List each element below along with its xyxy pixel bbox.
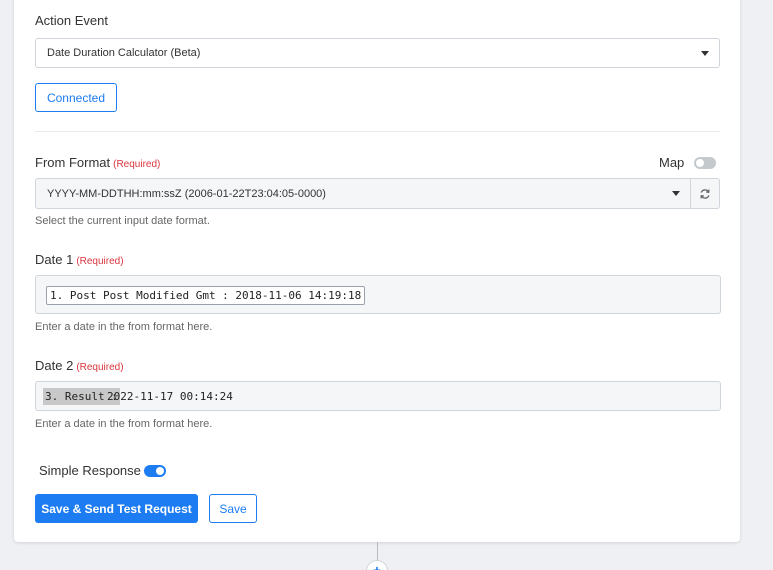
- save-button[interactable]: Save: [209, 494, 257, 523]
- map-label: Map: [659, 155, 685, 170]
- map-toggle-knob: [696, 159, 704, 167]
- refresh-icon: [700, 188, 710, 199]
- add-step-button[interactable]: +: [366, 560, 388, 570]
- date1-label: Date 1: [35, 252, 74, 267]
- simple-response-label: Simple Response: [39, 463, 141, 478]
- date2-label-row: Date 2 (Required): [35, 358, 124, 373]
- action-event-label: Action Event: [35, 13, 108, 28]
- date2-input[interactable]: 3. Result : 2022-11-17 00:14:24: [35, 381, 721, 411]
- refresh-button[interactable]: [691, 178, 720, 209]
- date1-helper: Enter a date in the from format here.: [35, 321, 213, 333]
- date2-required: (Required): [76, 362, 124, 373]
- date2-token-value: 2022-11-17 00:14:24: [107, 390, 233, 403]
- from-format-helper: Select the current input date format.: [35, 215, 210, 227]
- action-card: Action Event Date Duration Calculator (B…: [14, 0, 740, 542]
- from-format-label: From Format: [35, 155, 111, 170]
- connected-button[interactable]: Connected: [35, 83, 117, 112]
- from-format-label-row: From Format (Required): [35, 155, 160, 170]
- date2-label: Date 2: [35, 358, 74, 373]
- action-event-select[interactable]: Date Duration Calculator (Beta): [35, 38, 720, 68]
- date1-label-row: Date 1 (Required): [35, 252, 124, 267]
- plus-icon: +: [372, 562, 382, 570]
- map-toggle[interactable]: [694, 157, 716, 169]
- chevron-down-icon: [701, 51, 709, 56]
- from-format-select[interactable]: YYYY-MM-DDTHH:mm:ssZ (2006-01-22T23:04:0…: [35, 178, 691, 209]
- date2-helper: Enter a date in the from format here.: [35, 418, 213, 430]
- section-divider: [35, 131, 720, 132]
- chevron-down-icon: [672, 191, 680, 196]
- from-format-value: YYYY-MM-DDTHH:mm:ssZ (2006-01-22T23:04:0…: [47, 187, 326, 200]
- action-event-value: Date Duration Calculator (Beta): [47, 47, 201, 59]
- simple-response-toggle[interactable]: [144, 465, 166, 477]
- date1-token[interactable]: 1. Post Post Modified Gmt : 2018-11-06 1…: [46, 286, 366, 305]
- date1-input[interactable]: 1. Post Post Modified Gmt : 2018-11-06 1…: [35, 275, 721, 314]
- date1-required: (Required): [76, 256, 124, 267]
- simple-response-toggle-knob: [156, 467, 164, 475]
- save-send-test-button[interactable]: Save & Send Test Request: [35, 494, 198, 523]
- from-format-required: (Required): [113, 159, 161, 170]
